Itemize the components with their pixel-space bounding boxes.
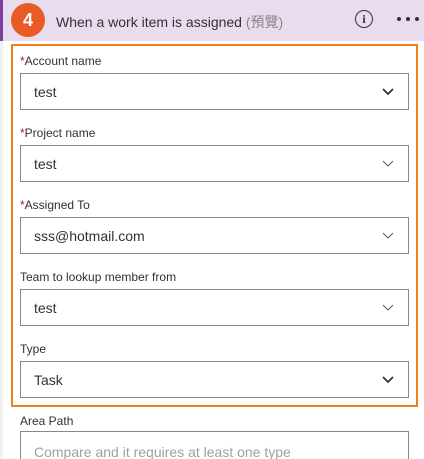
chevron-down-icon <box>382 232 394 239</box>
assigned-to-label: *Assigned To <box>20 198 90 212</box>
team-lookup-label: Team to lookup member from <box>20 270 177 284</box>
project-name-label: *Project name <box>20 126 96 140</box>
project-name-dropdown[interactable]: test <box>20 145 409 182</box>
team-lookup-value: test <box>34 300 57 316</box>
action-title: When a work item is assigned (預覽) <box>56 12 283 32</box>
action-title-text: When a work item is assigned <box>56 14 242 30</box>
chevron-down-icon <box>382 376 394 384</box>
chevron-down-icon <box>382 304 394 311</box>
step-number-badge: 4 <box>11 3 45 37</box>
area-path-label: Area Path <box>20 414 74 428</box>
preview-tag: (預覽) <box>245 14 284 30</box>
more-options-icon[interactable] <box>397 10 419 28</box>
assigned-to-value: sss@hotmail.com <box>34 228 145 244</box>
area-path-input[interactable]: Compare and it requires at least one typ… <box>20 431 409 459</box>
type-dropdown[interactable]: Task <box>20 361 409 398</box>
chevron-down-icon <box>382 160 394 167</box>
area-path-placeholder: Compare and it requires at least one typ… <box>34 444 291 459</box>
account-name-dropdown[interactable]: test <box>20 73 409 110</box>
action-card-header[interactable]: 4 When a work item is assigned (預覽) i <box>0 0 424 41</box>
assigned-to-dropdown[interactable]: sss@hotmail.com <box>20 217 409 254</box>
card-left-rail <box>0 41 3 459</box>
project-name-value: test <box>34 156 57 172</box>
type-value: Task <box>34 372 63 388</box>
chevron-down-icon <box>382 88 394 96</box>
account-name-label: *Account name <box>20 54 102 68</box>
account-name-value: test <box>34 84 57 100</box>
info-icon[interactable]: i <box>355 10 373 28</box>
team-lookup-dropdown[interactable]: test <box>20 289 409 326</box>
type-label: Type <box>20 342 47 356</box>
